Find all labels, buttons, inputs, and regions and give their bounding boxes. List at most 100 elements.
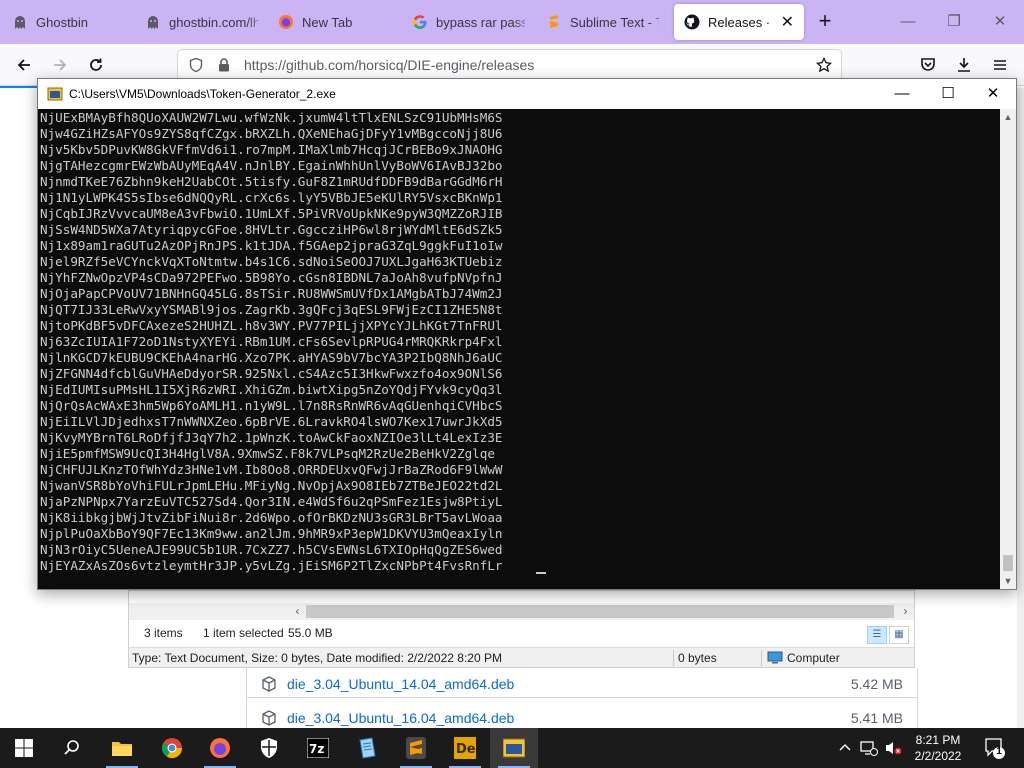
chrome-icon [161,738,183,759]
console-line: NjCqbIJRzVvvcaUM8eA3vFbwiO.1UmLXf.5PiVRV… [40,206,503,221]
selection-size: 55.0 MB [288,626,333,640]
console-close-button[interactable]: ✕ [981,84,1005,104]
console-lines: NjUExBMAyBfh8QUoXAUW2W7Lwu.wfWzNk.jxumW4… [40,110,503,574]
tab-ghostbin[interactable]: Ghostbin [2,4,135,40]
address-bar[interactable]: https://github.com/horsicq/DIE-engine/re… [178,50,841,80]
console-line: NjiE5pmfMSW9UcQI3H4HglV8A.9XmwSZ.F8k7VLP… [40,446,495,461]
new-tab-button[interactable]: + [814,10,836,33]
text-cursor [536,572,546,574]
sublime-text-icon [406,737,426,759]
tab-title: Sublime Text - Te [570,14,659,30]
tab-google-search[interactable]: bypass rar passw [402,4,535,40]
console-titlebar[interactable]: C:\Users\VM5\Downloads\Token-Generator_2… [38,79,1016,109]
bookmark-star-icon[interactable] [815,56,833,73]
reload-icon [90,58,102,71]
browser-tabstrip: Ghostbin ghostbin.com/lh New Tab bypass … [0,0,1024,44]
taskbar-token-generator[interactable] [490,728,538,768]
console-line: NjQT7IJ33LeRwVxyYSMABl9jos.ZagrKb.3gQFcj… [40,302,503,317]
asset-link[interactable]: die_3.04_Ubuntu_16.04_amd64.deb [287,710,514,726]
console-line: Nj1N1yLWPK4S5sIbse6dNQQyRL.crXc6s.lyY5VB… [40,190,503,205]
hamburger-menu-icon [994,60,1006,70]
sublime-icon [546,14,562,30]
large-icons-view-icon[interactable]: ▦ [889,626,909,644]
back-button[interactable] [11,53,37,77]
reload-button[interactable] [83,53,109,77]
url-text: https://github.com/horsicq/DIE-engine/re… [244,57,535,73]
close-icon[interactable]: ✕ [781,12,794,32]
location-computer: Computer [767,651,840,665]
list-item: die_3.04_Ubuntu_14.04_amd64.deb 5.42 MB [247,668,917,698]
minimize-button[interactable]: — [898,12,918,32]
tab-sublime-text[interactable]: Sublime Text - Te [536,4,669,40]
shield-icon[interactable] [188,57,204,73]
firefox-icon [210,738,230,758]
tab-ghostbin-link[interactable]: ghostbin.com/lh [135,4,268,40]
detect-it-easy-icon: De [454,737,476,759]
svg-text:De: De [456,742,476,757]
forward-button[interactable] [47,53,73,77]
menu-button[interactable] [987,53,1013,77]
taskbar-clock[interactable]: 8:21 PM 2/2/2022 [906,732,970,764]
notification-count: 1 [996,746,1002,757]
console-minimize-button[interactable]: — [890,84,914,104]
console-maximize-button[interactable]: ☐ [936,84,960,104]
taskbar-notepad[interactable] [343,728,391,768]
token-generator-icon [503,738,525,758]
taskbar-security[interactable] [245,728,293,768]
console-line: NjSsW4ND5WXa7AtyriqpycGFoe.8HVLtr.Ggcczi… [40,222,503,237]
scroll-left-icon[interactable]: ‹ [289,603,306,620]
selection-count: 1 item selected [203,626,284,640]
asset-size: 5.41 MB [850,710,903,726]
details-view-icon[interactable]: ☰ [867,626,887,644]
tab-github-releases[interactable]: Releases · hors ✕ [674,4,804,40]
notification-center-button[interactable]: 1 [984,736,1006,760]
pocket-button[interactable] [915,53,941,77]
arrow-left-icon [17,59,30,71]
maximize-button[interactable]: ❐ [944,12,964,32]
file-explorer-icon [112,742,132,756]
package-icon [261,710,277,726]
close-window-button[interactable]: ✕ [990,12,1010,32]
asset-link[interactable]: die_3.04_Ubuntu_14.04_amd64.deb [287,676,514,692]
asset-size: 5.42 MB [850,676,903,692]
taskbar-chrome[interactable] [148,728,196,768]
console-title: C:\Users\VM5\Downloads\Token-Generator_2… [69,87,336,101]
volume-muted-icon[interactable] [884,740,902,759]
github-icon [684,14,700,30]
taskbar-firefox[interactable] [196,728,244,768]
ghost-icon [145,14,161,30]
network-icon[interactable] [860,740,878,759]
taskbar-sublime-text[interactable] [392,728,440,768]
scroll-up-icon[interactable]: ▲ [1000,109,1016,125]
console-line: NjtoPKdBF5vDFCAxezeS2HUHZL.h8v3WY.PV77PI… [40,318,503,333]
console-output[interactable]: NjUExBMAyBfh8QUoXAUW2W7Lwu.wfWzNk.jxumW4… [38,109,1000,589]
search-button[interactable] [48,728,96,768]
start-button[interactable] [0,728,48,768]
scroll-down-icon[interactable]: ▼ [1000,573,1016,589]
lock-icon[interactable] [216,57,232,73]
taskbar-7zip[interactable]: 7z [294,728,342,768]
console-line: NjEiILVlJDjedhxsT7nWWNXZeo.6pBrVE.6Lravk… [40,414,503,429]
release-assets-list: die_3.04_Ubuntu_14.04_amd64.deb 5.42 MB … [246,668,918,732]
tab-title: Releases · hors [708,14,773,30]
downloads-button[interactable] [951,53,977,77]
console-app-icon [47,86,63,102]
scrollbar-thumb[interactable] [1003,555,1013,571]
scrollbar-thumb[interactable] [306,605,894,618]
tab-new-tab[interactable]: New Tab [268,4,401,40]
horizontal-scrollbar[interactable]: ‹ › [129,603,914,620]
chevron-up-icon[interactable] [838,740,852,757]
scroll-right-icon[interactable]: › [897,603,914,620]
console-line: NjQrQsAcWAxE3hm5Wp6YoAMLH1.n1yW9L.l7n8Rs… [40,398,503,413]
taskbar-file-explorer[interactable] [98,728,146,768]
console-line: NjgTAHezcgmrEWzWbAUyMEqA4V.nJnlBY.EgainW… [40,158,503,173]
console-line: NjwanVSR8bYoVhiFULrJpmLEHu.MFiyNg.NvOpjA… [40,478,503,493]
console-scrollbar[interactable]: ▲ ▼ [1000,109,1016,589]
console-line: NjplPuOaXbBoY9QF7Ec13Km9ww.an2lJm.9hMR9x… [40,526,503,541]
console-line: Njel9RZf5eVCYnckVqXToNtmtw.b4s1C6.sdNoiS… [40,254,503,269]
console-line: Njw4GZiHZsAFYOs9ZYS8qfCZgx.bRXZLh.QXeNEh… [40,126,503,141]
taskbar-detect-it-easy[interactable]: De [441,728,489,768]
console-line: NjOjaPapCPVoUV71BNHnGQ45LG.8sTSir.RU8WWS… [40,286,503,301]
svg-text:7z: 7z [309,742,324,756]
page-scrollbar[interactable] [1017,88,1024,728]
